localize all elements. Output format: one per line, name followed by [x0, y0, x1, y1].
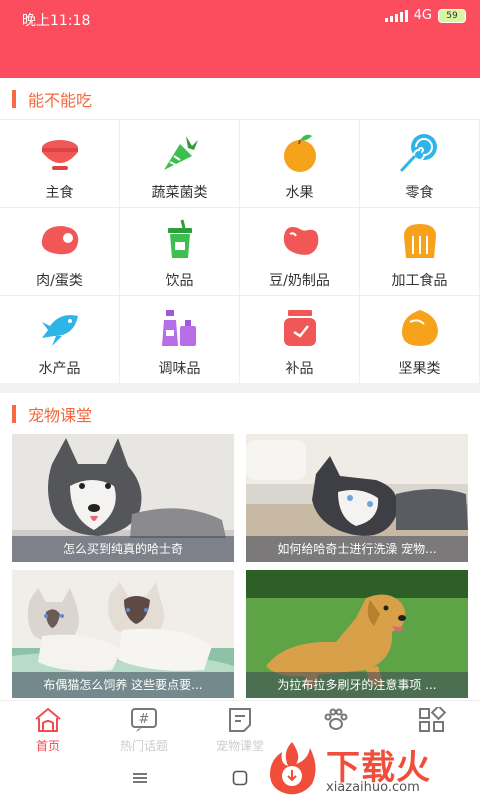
- tab-label: 热门话题: [119, 739, 168, 753]
- lollipop-icon: [400, 134, 437, 172]
- food-section-header: 能不能吃: [0, 79, 480, 119]
- category-label: 水果: [285, 185, 314, 201]
- nut-icon: [401, 310, 438, 346]
- fruit-icon: [283, 134, 316, 172]
- fish-icon: [41, 315, 78, 346]
- category-supplement[interactable]: 补品: [240, 296, 360, 384]
- category-label: 调味品: [158, 361, 201, 377]
- network-label: 4G: [413, 8, 432, 23]
- category-nuts[interactable]: 坚果类: [360, 296, 480, 384]
- battery-level: 59: [446, 10, 458, 21]
- category-label: 水产品: [38, 361, 81, 377]
- section-divider: [0, 383, 480, 393]
- tab-label: 首页: [35, 739, 60, 753]
- category-label: 蔬菜菌类: [151, 185, 208, 201]
- meat-icon: [41, 226, 78, 255]
- watermark-url: xiazaihuo.com: [326, 780, 420, 795]
- category-bean-dairy[interactable]: 豆/奶制品: [240, 208, 360, 296]
- flame-icon: [270, 742, 316, 795]
- menu-icon[interactable]: [132, 772, 148, 784]
- category-processed[interactable]: 加工食品: [360, 208, 480, 296]
- food-section-title: 能不能吃: [28, 91, 93, 110]
- watermark-logo: 下载火 xiazaihuo.com: [262, 734, 462, 800]
- tab-hot-topics[interactable]: # 热门话题: [96, 707, 192, 755]
- article-title: 如何给哈奇士进行洗澡 宠物...: [246, 536, 468, 562]
- category-condiment[interactable]: 调味品: [120, 296, 240, 384]
- status-time: 晚上11:18: [22, 13, 91, 29]
- category-label: 豆/奶制品: [269, 273, 330, 289]
- drink-cup-icon: [167, 219, 192, 258]
- notebook-icon: [229, 708, 251, 732]
- article-title: 为拉布拉多刷牙的注意事项 ...: [246, 672, 468, 698]
- section-accent-bar: [12, 90, 16, 108]
- category-label: 补品: [285, 361, 314, 377]
- category-label: 加工食品: [391, 273, 448, 289]
- category-label: 坚果类: [398, 361, 441, 377]
- status-bar: 晚上11:18 4G 59: [0, 0, 480, 78]
- home-icon: [35, 707, 61, 732]
- food-category-grid: 主食 蔬菜菌类 水果 零食 肉/蛋类 饮品 豆/奶制品 加工食品 水产品 调味品…: [0, 119, 480, 384]
- battery-icon: 59: [438, 8, 466, 23]
- category-seafood[interactable]: 水产品: [0, 296, 120, 384]
- article-card-ragdoll[interactable]: 布偶猫怎么饲养 这些要点要...: [12, 570, 234, 698]
- category-label: 肉/蛋类: [36, 273, 83, 289]
- svg-text:#: #: [139, 712, 150, 727]
- article-card-labrador[interactable]: 为拉布拉多刷牙的注意事项 ...: [246, 570, 468, 698]
- vegetable-icon: [163, 136, 198, 170]
- supplement-jar-icon: [283, 310, 316, 346]
- category-drink[interactable]: 饮品: [120, 208, 240, 296]
- article-title: 布偶猫怎么饲养 这些要点要...: [12, 672, 234, 698]
- grid-icon: [419, 707, 446, 732]
- tab-home[interactable]: 首页: [0, 707, 96, 755]
- category-label: 主食: [45, 185, 74, 201]
- article-card-husky-bath[interactable]: 如何给哈奇士进行洗澡 宠物...: [246, 434, 468, 562]
- bread-icon: [403, 224, 436, 258]
- paw-icon: [324, 708, 348, 730]
- bean-icon: [283, 227, 318, 255]
- category-staple[interactable]: 主食: [0, 120, 120, 208]
- category-meat-egg[interactable]: 肉/蛋类: [0, 208, 120, 296]
- category-label: 零食: [405, 185, 434, 201]
- article-card-husky-buy[interactable]: 怎么买到纯真的哈士奇: [12, 434, 234, 562]
- condiment-bottles-icon: [161, 310, 196, 346]
- app-screen: 晚上11:18 4G 59 能不能吃 主食 蔬菜菌类 水果 零食 肉/蛋类 饮品…: [0, 0, 480, 800]
- category-vegetable[interactable]: 蔬菜菌类: [120, 120, 240, 208]
- category-snack[interactable]: 零食: [360, 120, 480, 208]
- tab-label: 宠物课堂: [215, 739, 264, 753]
- category-label: 饮品: [165, 273, 194, 289]
- signal-icon: [384, 9, 408, 22]
- rice-bowl-icon: [41, 140, 78, 170]
- class-section-header: 宠物课堂: [0, 394, 480, 434]
- status-icons: 4G 59: [384, 8, 466, 23]
- category-fruit[interactable]: 水果: [240, 120, 360, 208]
- section-accent-bar: [12, 405, 16, 423]
- article-title: 怎么买到纯真的哈士奇: [12, 536, 234, 562]
- home-button-icon[interactable]: [232, 770, 248, 786]
- class-section-title: 宠物课堂: [28, 406, 93, 425]
- hashtag-icon: #: [131, 708, 157, 732]
